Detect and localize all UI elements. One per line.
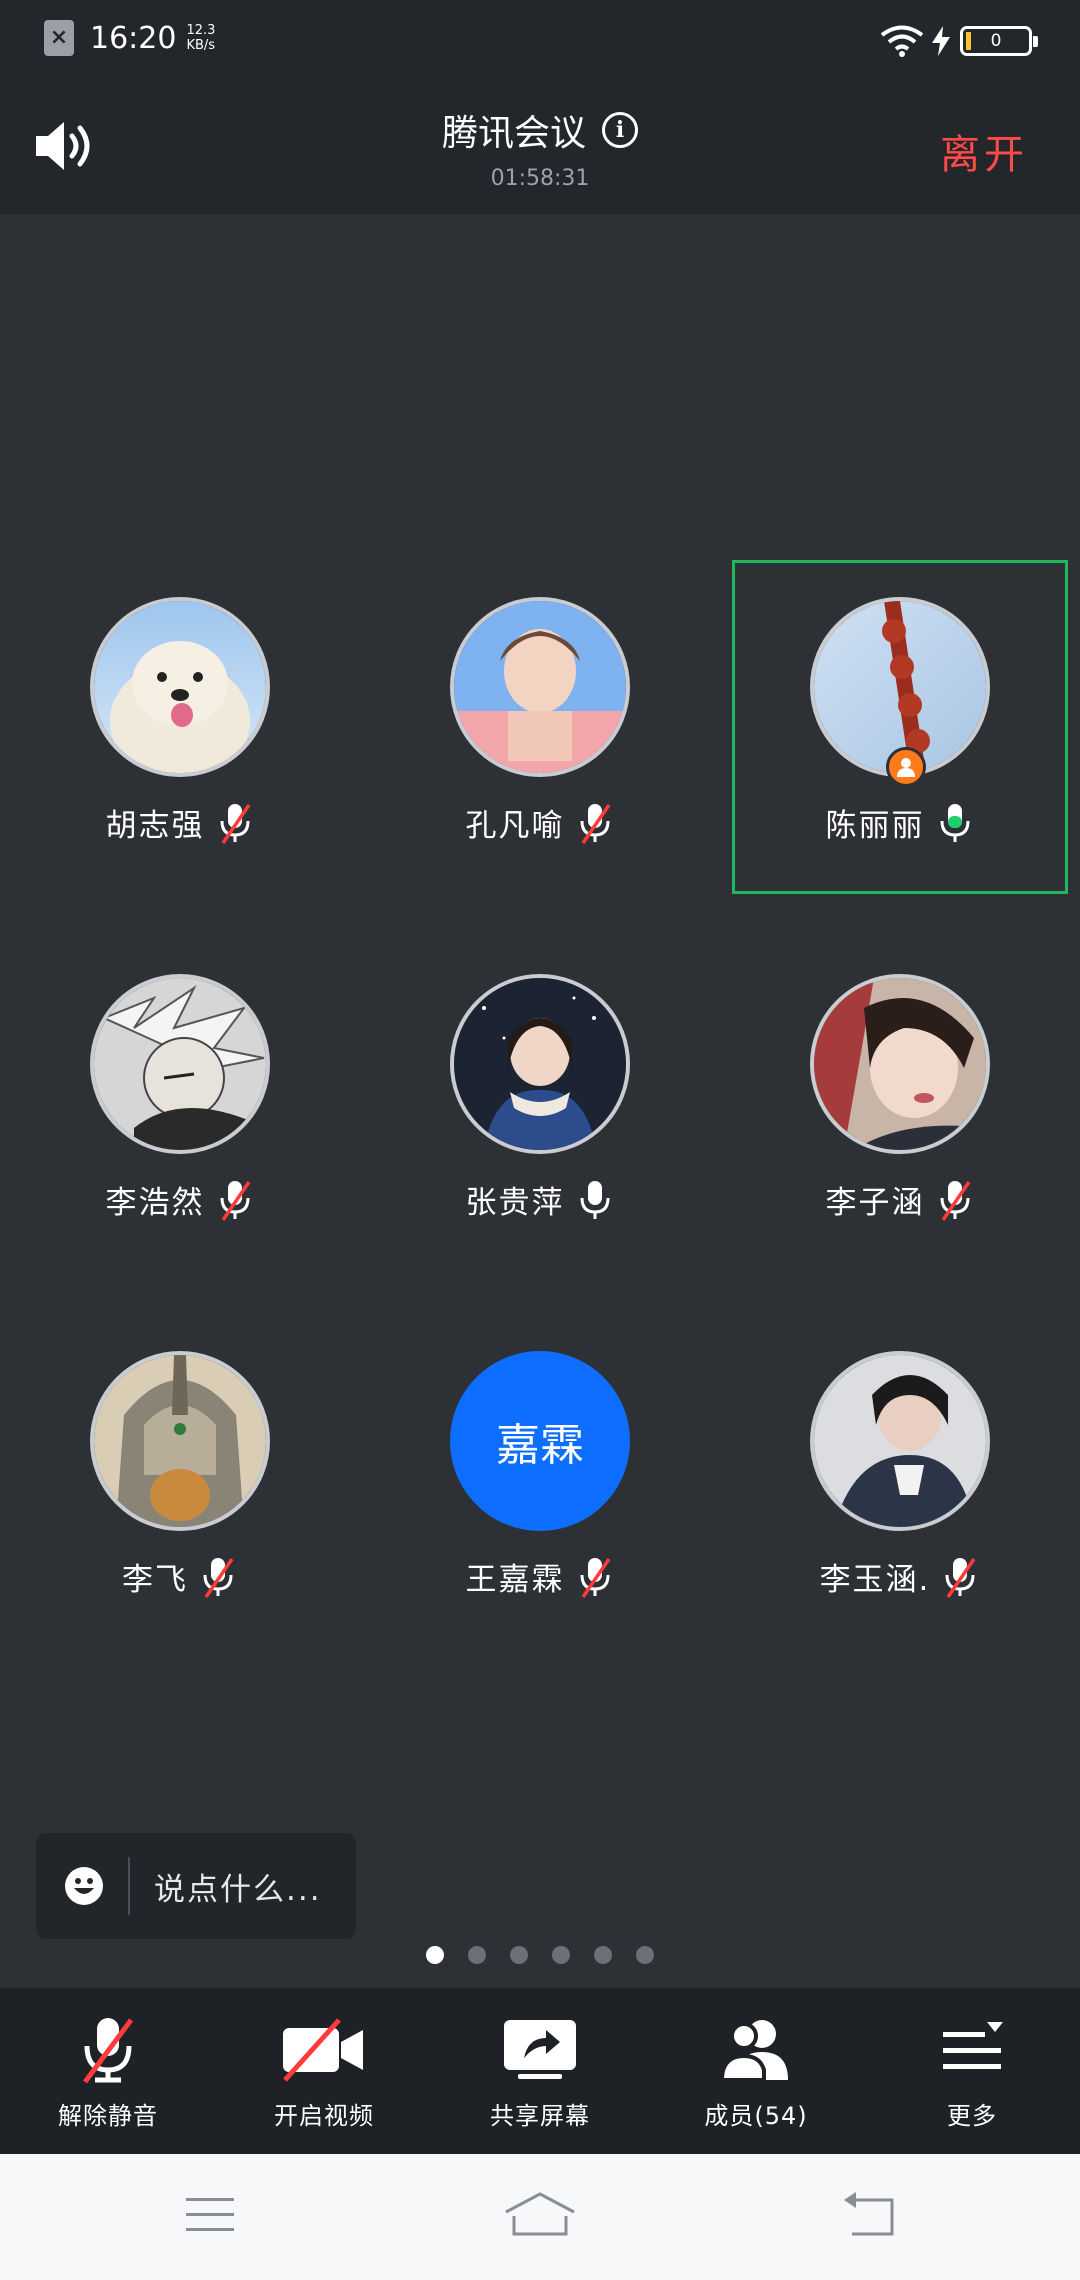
participant-name: 孔凡喻 — [465, 808, 565, 844]
page-dot-active[interactable] — [426, 1946, 444, 1964]
unmute-label: 解除静音 — [58, 2102, 158, 2130]
participant-tile[interactable]: 胡志强 — [12, 560, 348, 894]
avatar — [810, 1351, 990, 1531]
participant-tile[interactable]: 孔凡喻 — [372, 560, 708, 894]
avatar — [450, 974, 630, 1154]
more-menu-icon — [943, 2022, 1003, 2069]
no-sim-icon: × — [44, 20, 74, 56]
page-dot[interactable] — [594, 1946, 612, 1964]
mic-speaking-icon — [940, 803, 969, 842]
page-dot[interactable] — [636, 1946, 654, 1964]
status-bar: × 16:20 12.3 KB/s 0 — [0, 0, 1080, 80]
meeting-header: 腾讯会议 i 01:58:31 离开 — [0, 80, 1080, 214]
mic-muted-icon — [82, 2018, 134, 2084]
participant-tile-active[interactable]: 陈丽丽 — [732, 560, 1068, 894]
video-off-icon — [283, 2018, 363, 2082]
menu-icon[interactable] — [180, 2190, 240, 2240]
participant-name: 李飞 — [122, 1562, 188, 1598]
clock: 16:20 — [90, 20, 177, 56]
page-dot[interactable] — [468, 1946, 486, 1964]
meeting-toolbar: 解除静音 开启视频 共享屏幕 成员(54) 更多 — [0, 1988, 1080, 2154]
members-button[interactable]: 成员(54) — [648, 1988, 864, 2154]
divider — [128, 1857, 130, 1915]
battery-icon: 0 — [960, 26, 1038, 56]
mic-muted-icon — [580, 1557, 610, 1598]
meeting-title[interactable]: 腾讯会议 i — [442, 104, 638, 156]
more-label: 更多 — [947, 2102, 997, 2130]
more-button[interactable]: 更多 — [864, 1988, 1080, 2154]
participant-tile[interactable]: 李浩然 — [12, 937, 348, 1271]
mic-muted-icon — [220, 1180, 250, 1221]
start-video-button[interactable]: 开启视频 — [216, 1988, 432, 2154]
mic-muted-icon — [580, 803, 610, 844]
members-icon — [719, 2020, 788, 2082]
info-icon[interactable]: i — [602, 112, 638, 148]
mic-on-icon — [580, 1180, 609, 1219]
participant-name: 陈丽丽 — [825, 808, 925, 844]
network-speed: 12.3 KB/s — [186, 23, 215, 53]
network-speed-value: 12.3 — [186, 23, 216, 38]
home-icon[interactable] — [502, 2190, 578, 2240]
participant-name: 张贵萍 — [465, 1185, 565, 1221]
mic-muted-icon — [940, 1180, 970, 1221]
system-nav-bar — [0, 2154, 1080, 2280]
avatar — [90, 597, 270, 777]
avatar — [810, 974, 990, 1154]
wifi-icon — [880, 25, 924, 57]
emoji-icon[interactable] — [64, 1866, 104, 1906]
share-screen-label: 共享屏幕 — [490, 2102, 590, 2130]
battery-level: 0 — [990, 31, 1002, 51]
participant-tile[interactable]: 嘉霖 王嘉霖 — [372, 1314, 708, 1648]
participant-name: 李子涵 — [825, 1185, 925, 1221]
mic-muted-icon — [220, 803, 250, 844]
avatar — [90, 974, 270, 1154]
start-video-label: 开启视频 — [274, 2102, 374, 2130]
back-icon[interactable] — [842, 2190, 902, 2240]
meeting-title-text: 腾讯会议 — [441, 113, 586, 154]
avatar — [90, 1351, 270, 1531]
share-screen-icon — [504, 2020, 576, 2079]
members-label: 成员(54) — [704, 2102, 808, 2130]
page-indicator — [0, 1946, 1080, 1964]
leave-button[interactable]: 离开 — [940, 122, 1028, 180]
chat-placeholder: 说点什么... — [154, 1871, 322, 1908]
participant-name: 李浩然 — [105, 1185, 205, 1221]
mic-muted-icon — [203, 1557, 234, 1598]
participant-name: 王嘉霖 — [465, 1562, 565, 1598]
meeting-timer: 01:58:31 — [490, 166, 590, 191]
participant-tile[interactable]: 李玉涵. — [732, 1314, 1068, 1648]
host-badge-icon — [886, 747, 926, 787]
page-dot[interactable] — [510, 1946, 528, 1964]
participant-tile[interactable]: 李子涵 — [732, 937, 1068, 1271]
share-screen-button[interactable]: 共享屏幕 — [432, 1988, 648, 2154]
chat-input[interactable]: 说点什么... — [36, 1833, 356, 1939]
network-speed-unit: KB/s — [186, 38, 216, 53]
participant-name: 李玉涵. — [819, 1562, 931, 1598]
charging-icon — [932, 26, 950, 56]
unmute-button[interactable]: 解除静音 — [0, 1988, 216, 2154]
avatar-initials: 嘉霖 — [450, 1351, 630, 1531]
participant-name: 胡志强 — [105, 808, 205, 844]
participant-tile[interactable]: 张贵萍 — [372, 937, 708, 1271]
participant-tile[interactable]: 李飞 — [12, 1314, 348, 1648]
page-dot[interactable] — [552, 1946, 570, 1964]
mic-muted-icon — [945, 1557, 976, 1598]
avatar — [450, 597, 630, 777]
